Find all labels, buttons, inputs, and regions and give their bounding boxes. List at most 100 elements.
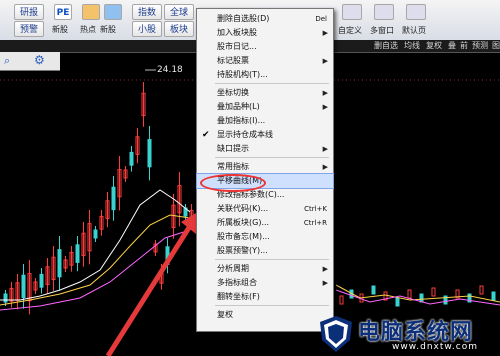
submenu-arrow-icon: ▶	[322, 145, 328, 153]
menu-item-label: 翻转坐标(F)	[217, 292, 260, 301]
menu-item-0[interactable]: 删除自选股(D) Del	[197, 12, 333, 26]
custom-icon[interactable]	[342, 4, 362, 20]
toolbar-new-stock-label: 新股	[52, 25, 68, 34]
menu-item-label: 所属板块(G)...	[217, 218, 270, 227]
menu-item-label: 多指标组合	[217, 278, 257, 287]
candle	[419, 293, 424, 303]
submenu-arrow-icon: ▶	[322, 89, 328, 97]
candle	[431, 287, 436, 297]
default-page-icon[interactable]	[406, 4, 426, 20]
menu-item-label: 显示持仓成本线	[217, 130, 273, 139]
shield-icon	[320, 316, 352, 352]
menu-item-22[interactable]: 翻转坐标(F)	[197, 290, 333, 304]
subtb-forecast[interactable]: 预测	[472, 40, 488, 52]
candle	[491, 291, 496, 301]
menu-item-label: 加入板块股	[217, 28, 257, 37]
context-menu: 删除自选股(D) Del 加入板块股 ▶ 股市日记... 标记股票 ▶ 持股机构(T)... 坐…	[196, 8, 334, 332]
hotspot-icon[interactable]	[82, 4, 100, 20]
new-stock-icon[interactable]	[104, 4, 122, 20]
submenu-arrow-icon: ▶	[322, 29, 328, 37]
menu-separator	[215, 83, 329, 84]
menu-item-21[interactable]: 多指标组合 ▶	[197, 276, 333, 290]
menu-separator	[215, 259, 329, 260]
submenu-arrow-icon: ▶	[322, 57, 328, 65]
menu-item-label: 标记股票	[217, 56, 249, 65]
candle	[407, 289, 412, 299]
menu-item-9[interactable]: ✔ 显示持仓成本线	[197, 128, 333, 142]
toolbar-index-button[interactable]: 指数	[132, 4, 162, 20]
pe-badge[interactable]: PE	[54, 4, 72, 20]
menu-item-label: 股市备忘(M)...	[217, 232, 270, 241]
candle	[3, 293, 8, 303]
check-icon: ✔	[202, 130, 210, 140]
menu-item-shortcut: Ctrl+R	[303, 219, 327, 227]
submenu-arrow-icon: ▶	[322, 103, 328, 111]
candle	[111, 186, 116, 211]
submenu-arrow-icon: ▶	[322, 163, 328, 171]
submenu-arrow-icon: ▶	[322, 265, 328, 273]
peak-price-label: 24.18	[157, 65, 183, 75]
menu-item-20[interactable]: 分析周期 ▶	[197, 262, 333, 276]
menu-item-label: 叠加品种(L)	[217, 102, 260, 111]
subtb-overlay[interactable]: 叠	[448, 40, 456, 52]
menu-item-label: 坐标切换	[217, 88, 249, 97]
candle	[479, 285, 484, 295]
candle	[395, 297, 400, 307]
candle	[371, 285, 376, 295]
toolbar-multi-window-label: 多窗口	[370, 26, 394, 35]
menu-item-7[interactable]: 叠加品种(L) ▶	[197, 100, 333, 114]
menu-item-3[interactable]: 标记股票 ▶	[197, 54, 333, 68]
menu-item-16[interactable]: 所属板块(G)... Ctrl+R	[197, 216, 333, 230]
candle	[57, 249, 62, 278]
toolbar-global-button[interactable]: 全球	[164, 4, 194, 20]
menu-item-15[interactable]: 关联代码(K)... Ctrl+K	[197, 202, 333, 216]
highlight-circle	[200, 174, 266, 192]
candle	[93, 229, 98, 239]
candle	[21, 274, 26, 299]
annotation-arrow	[105, 224, 193, 356]
candle	[147, 139, 152, 168]
menu-item-label: 常用指标	[217, 162, 249, 171]
toolbar-default-page-label: 默认页	[402, 26, 426, 35]
subtb-chart[interactable]: 图	[492, 40, 500, 52]
menu-item-8[interactable]: 叠加指标(I)...	[197, 114, 333, 128]
menu-item-label: 关联代码(K)...	[217, 204, 269, 213]
toolbar-hotspot-label: 热点	[80, 25, 96, 34]
watermark-url: www.dnxtw.com	[392, 342, 479, 352]
multi-window-icon[interactable]	[374, 4, 394, 20]
toolbar-sector-button[interactable]: 板块	[164, 21, 194, 37]
menu-item-17[interactable]: 股市备忘(M)...	[197, 230, 333, 244]
menu-item-shortcut: Ctrl+K	[304, 205, 327, 213]
menu-item-2[interactable]: 股市日记...	[197, 40, 333, 54]
menu-item-12[interactable]: 常用指标 ▶	[197, 160, 333, 174]
watermark: 电脑系统网 www.dnxtw.com	[318, 312, 498, 356]
subtb-del-fav[interactable]: 删自选	[374, 40, 398, 52]
menu-separator	[215, 157, 329, 158]
menu-item-label: 叠加指标(I)...	[217, 116, 266, 125]
menu-item-label: 复权	[217, 310, 233, 319]
subtb-adjust[interactable]: 复权	[426, 40, 442, 52]
toolbar-research-button[interactable]: 研报	[14, 4, 44, 20]
menu-item-label: 股票预警(Y)...	[217, 246, 268, 255]
menu-item-label: 持股机构(T)...	[217, 70, 268, 79]
menu-item-18[interactable]: 股票预警(Y)...	[197, 244, 333, 258]
candle	[75, 244, 80, 263]
menu-item-6[interactable]: 坐标切换 ▶	[197, 86, 333, 100]
candle	[129, 151, 134, 166]
menu-item-label: 股市日记...	[217, 42, 257, 51]
subtb-ma[interactable]: 均线	[404, 40, 420, 52]
menu-item-10[interactable]: 缺口提示 ▶	[197, 142, 333, 156]
menu-item-label: 删除自选股(D)	[217, 14, 270, 23]
menu-item-1[interactable]: 加入板块股 ▶	[197, 26, 333, 40]
menu-item-label: 分析周期	[217, 264, 249, 273]
toolbar-custom-label: 自定义	[338, 26, 362, 35]
subtb-prev[interactable]: 前	[460, 40, 468, 52]
menu-separator	[215, 305, 329, 306]
menu-item-4[interactable]: 持股机构(T)...	[197, 68, 333, 82]
toolbar-small-cap-button[interactable]: 小股	[132, 21, 162, 37]
toolbar-new-stock2-label: 新股	[100, 25, 116, 34]
submenu-arrow-icon: ▶	[322, 279, 328, 287]
menu-item-label: 缺口提示	[217, 144, 249, 153]
menu-item-24[interactable]: 复权	[197, 308, 333, 322]
toolbar-warning-button[interactable]: 预警	[14, 21, 44, 37]
